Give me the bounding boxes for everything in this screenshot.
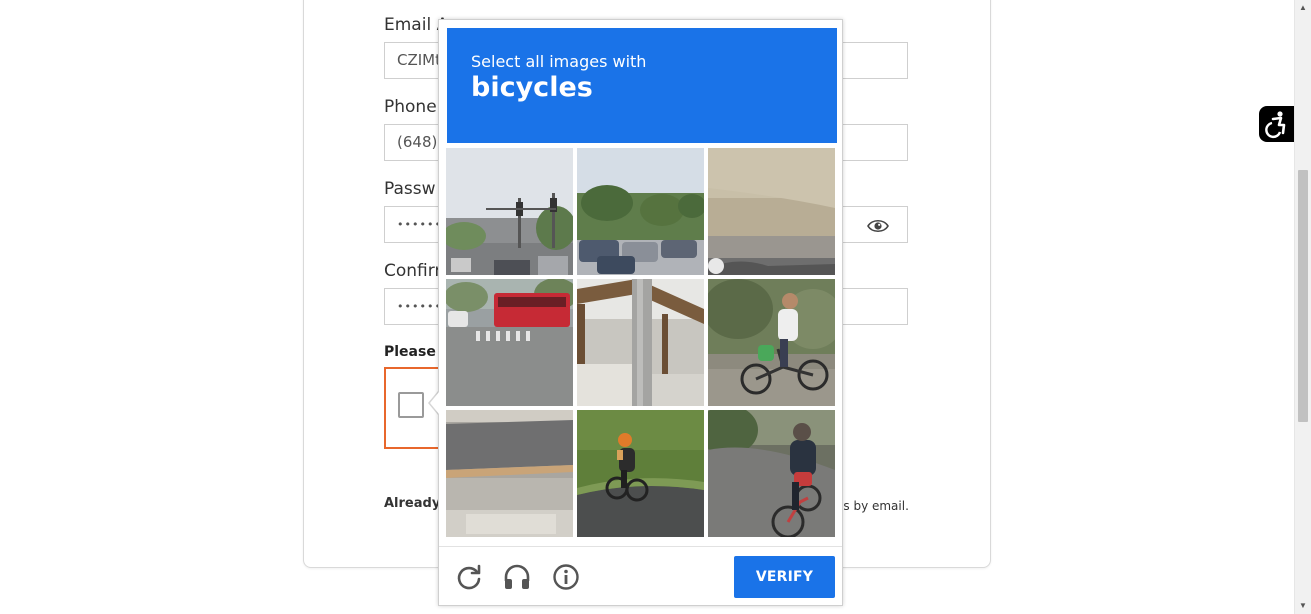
captcha-footer: VERIFY: [439, 546, 842, 605]
captcha-tile-8[interactable]: [577, 410, 704, 537]
captcha-tile-1[interactable]: [446, 148, 573, 275]
phone-label: Phone:: [384, 97, 443, 117]
tile-2-image: [577, 148, 704, 275]
tile-4-image: [446, 279, 573, 406]
captcha-pointer: [430, 392, 439, 414]
captcha-tile-6[interactable]: [708, 279, 835, 406]
tile-5-image: [577, 279, 704, 406]
accessibility-button[interactable]: [1259, 106, 1295, 142]
tile-1-image: [446, 148, 573, 275]
captcha-tile-9[interactable]: [708, 410, 835, 537]
captcha-header: Select all images with bicycles: [447, 28, 837, 143]
tile-3-image: [708, 148, 835, 275]
captcha-tile-2[interactable]: [577, 148, 704, 275]
email-note-text: es by email.: [836, 499, 909, 513]
tile-6-image: [708, 279, 835, 406]
accessibility-icon: [1265, 111, 1286, 139]
captcha-instruction: Select all images with: [471, 52, 647, 71]
captcha-tile-5[interactable]: [577, 279, 704, 406]
verify-button[interactable]: VERIFY: [734, 556, 835, 598]
captcha-checkbox[interactable]: [398, 392, 424, 418]
confirm-password-label: Confirr: [384, 261, 442, 281]
already-account-text: Already: [384, 496, 441, 511]
captcha-tile-3[interactable]: [708, 148, 835, 275]
reload-icon[interactable]: [455, 563, 483, 591]
tile-7-image: [446, 410, 573, 537]
password-label: Passw: [384, 179, 436, 199]
page-scrollbar[interactable]: ▲ ▼: [1294, 0, 1311, 614]
headphones-icon[interactable]: [503, 563, 531, 591]
scroll-up-arrow[interactable]: ▲: [1295, 0, 1311, 16]
tile-9-image: [708, 410, 835, 537]
captcha-dialog: Select all images with bicycles VERIFY: [438, 19, 843, 606]
scroll-thumb[interactable]: [1298, 170, 1308, 422]
eye-icon[interactable]: [867, 218, 889, 234]
info-icon[interactable]: [552, 563, 580, 591]
scroll-down-arrow[interactable]: ▼: [1295, 598, 1311, 614]
captcha-image-grid: [446, 148, 837, 539]
tile-8-image: [577, 410, 704, 537]
captcha-target-word: bicycles: [471, 72, 593, 103]
captcha-tile-7[interactable]: [446, 410, 573, 537]
captcha-tile-4[interactable]: [446, 279, 573, 406]
